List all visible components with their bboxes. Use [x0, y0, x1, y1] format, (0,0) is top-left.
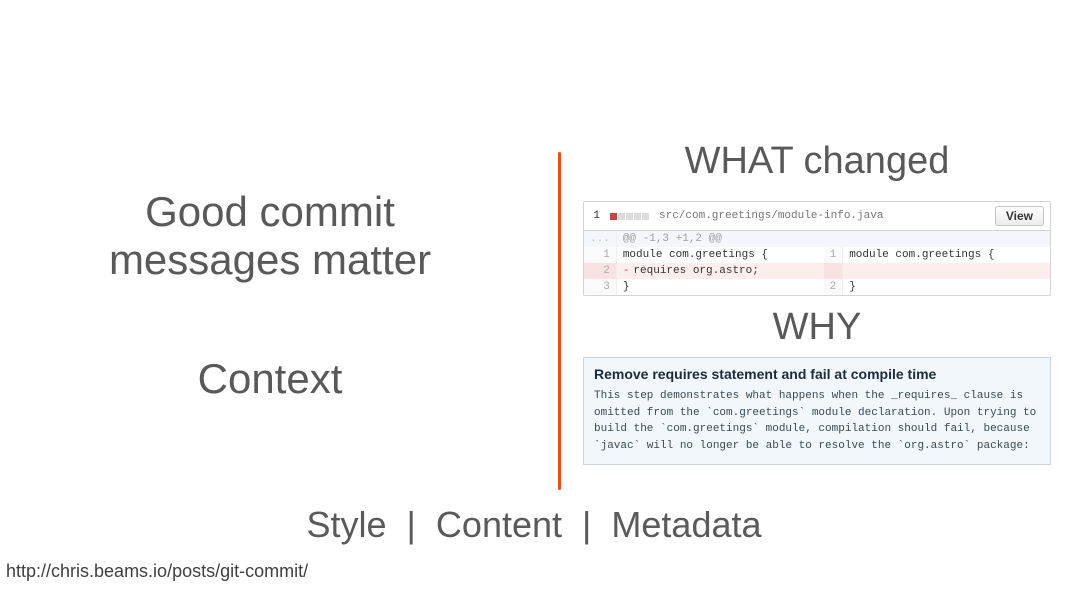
minus-icon: -	[623, 265, 634, 277]
diff-new-code	[843, 263, 1050, 279]
diff-old-line-number: 1	[584, 247, 616, 263]
separator-icon: |	[582, 504, 591, 545]
bottom-item-content: Content	[436, 504, 562, 545]
left-column: Good commit messages matter Context	[0, 140, 540, 500]
bottom-rail: Style | Content | Metadata	[0, 504, 1068, 546]
diff-new-code: module com.greetings {	[843, 247, 1050, 263]
diff-stat-neutral-icon	[626, 213, 633, 220]
commit-message-title: Remove requires statement and fail at co…	[594, 366, 1040, 382]
separator-icon: |	[407, 504, 416, 545]
diff-old-code: }	[616, 279, 823, 295]
slide-subheading: Context	[198, 355, 343, 403]
diff-new-line-number: 2	[824, 279, 843, 295]
diff-row-deleted: 2 -requires org.astro;	[584, 263, 1050, 279]
diff-hunk-row: ... @@ -1,3 +1,2 @@	[584, 231, 1050, 247]
diff-old-line-number: 2	[584, 263, 616, 279]
what-changed-label: WHAT changed	[685, 140, 950, 183]
diff-old-code: -requires org.astro;	[616, 263, 823, 279]
commit-message-body: This step demonstrates what happens when…	[594, 388, 1040, 454]
slide-heading: Good commit messages matter	[109, 188, 431, 285]
source-link[interactable]: http://chris.beams.io/posts/git-commit/	[6, 561, 308, 582]
diff-new-line-number: 1	[824, 247, 843, 263]
diff-stat-neutral-icon	[634, 213, 641, 220]
commit-message-panel: Remove requires statement and fail at co…	[583, 357, 1051, 465]
diff-deleted-text: requires org.astro;	[633, 265, 758, 277]
diff-stat-neutral-icon	[642, 213, 649, 220]
right-column: WHAT changed 1 src/com.greetings/module-…	[582, 140, 1052, 465]
view-button[interactable]: View	[995, 206, 1044, 226]
diff-old-code: module com.greetings {	[616, 247, 823, 263]
diff-panel: 1 src/com.greetings/module-info.java Vie…	[583, 201, 1051, 296]
diff-file-index: 1	[590, 210, 600, 222]
diff-hunk-text: @@ -1,3 +1,2 @@	[616, 231, 1050, 247]
bottom-item-style: Style	[306, 504, 386, 545]
heading-line2: messages matter	[109, 236, 431, 283]
diff-new-line-number	[824, 263, 843, 279]
bottom-item-metadata: Metadata	[611, 504, 761, 545]
diff-stat-bar	[610, 213, 649, 220]
diff-new-code: }	[843, 279, 1050, 295]
why-label: WHY	[773, 306, 862, 349]
diff-stat-del-icon	[610, 213, 617, 220]
diff-stat-neutral-icon	[618, 213, 625, 220]
diff-row: 1 module com.greetings { 1 module com.gr…	[584, 247, 1050, 263]
diff-file-path: src/com.greetings/module-info.java	[659, 210, 989, 222]
heading-line1: Good commit	[145, 188, 395, 235]
diff-row: 3 } 2 }	[584, 279, 1050, 295]
vertical-divider	[558, 152, 561, 490]
diff-old-line-number: 3	[584, 279, 616, 295]
diff-table: ... @@ -1,3 +1,2 @@ 1 module com.greetin…	[584, 231, 1050, 295]
diff-header: 1 src/com.greetings/module-info.java Vie…	[584, 202, 1050, 231]
